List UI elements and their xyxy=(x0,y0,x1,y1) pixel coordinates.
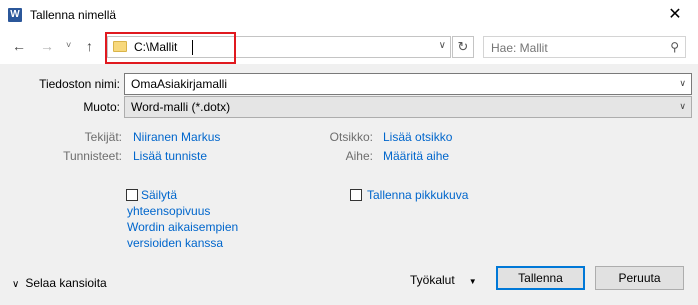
title-label: Otsikko: xyxy=(329,130,373,144)
browse-folders-label: Selaa kansioita xyxy=(25,276,107,290)
refresh-icon[interactable]: ↻ xyxy=(452,36,474,58)
subject-value[interactable]: Määritä aihe xyxy=(383,149,449,163)
save-button[interactable]: Tallenna xyxy=(496,266,585,290)
address-dropdown-icon[interactable]: ∨ xyxy=(439,40,446,51)
compatibility-label[interactable]: Säilytä xyxy=(141,187,177,203)
address-highlight-box xyxy=(105,32,236,64)
up-arrow-icon[interactable]: ↑ xyxy=(86,38,93,54)
back-arrow-icon[interactable]: ← xyxy=(12,38,26,54)
filename-value[interactable]: OmaAsiakirjamalli xyxy=(131,77,227,91)
filename-label: Tiedoston nimi: xyxy=(39,77,120,91)
format-label: Muoto: xyxy=(83,100,120,114)
tags-label: Tunnisteet: xyxy=(63,149,122,163)
search-icon[interactable]: ⚲ xyxy=(670,40,679,54)
filename-dropdown-icon[interactable]: ∨ xyxy=(679,78,686,89)
cancel-button[interactable]: Peruuta xyxy=(595,266,684,290)
window-title: Tallenna nimellä xyxy=(30,8,117,22)
subject-label: Aihe: xyxy=(345,149,373,163)
title-value[interactable]: Lisää otsikko xyxy=(383,130,452,144)
format-value[interactable]: Word-malli (*.dotx) xyxy=(131,100,230,114)
word-app-icon: W xyxy=(8,8,22,22)
tools-dropdown-icon: ▼ xyxy=(468,277,477,286)
chevron-down-icon: ∨ xyxy=(12,279,20,290)
author-label: Tekijät: xyxy=(84,130,122,144)
recent-locations-chevron-icon[interactable]: ˅ xyxy=(66,40,71,50)
thumbnail-checkbox[interactable] xyxy=(350,189,362,201)
title-bar: W Tallenna nimellä ✕ xyxy=(0,0,698,30)
browse-folders-toggle[interactable]: ∨ Selaa kansioita xyxy=(12,276,107,290)
compatibility-label-line3: Wordin aikaisempien xyxy=(127,220,239,234)
tools-label: Työkalut xyxy=(410,273,455,287)
search-box[interactable]: ⚲ xyxy=(483,36,686,58)
tools-menu-button[interactable]: Työkalut ▼ xyxy=(410,273,477,287)
forward-arrow-icon[interactable]: → xyxy=(40,38,54,54)
compatibility-label-line2: yhteensopivuus xyxy=(127,204,211,218)
compatibility-label-continued[interactable]: yhteensopivuus Wordin aikaisempien versi… xyxy=(127,203,238,251)
compatibility-label-line4: versioiden kanssa xyxy=(127,236,224,250)
thumbnail-label[interactable]: Tallenna pikkukuva xyxy=(367,187,468,203)
format-dropdown-icon[interactable]: ∨ xyxy=(679,101,686,112)
compatibility-label-line1: Säilytä xyxy=(141,188,178,202)
author-value[interactable]: Niiranen Markus xyxy=(133,130,220,144)
close-button[interactable]: ✕ xyxy=(652,0,698,30)
format-select[interactable]: Word-malli (*.dotx) ∨ xyxy=(124,96,692,118)
tags-value[interactable]: Lisää tunniste xyxy=(133,149,207,163)
filename-field[interactable]: OmaAsiakirjamalli ∨ xyxy=(124,73,692,95)
search-input[interactable] xyxy=(491,40,651,55)
compatibility-checkbox[interactable] xyxy=(126,189,138,201)
